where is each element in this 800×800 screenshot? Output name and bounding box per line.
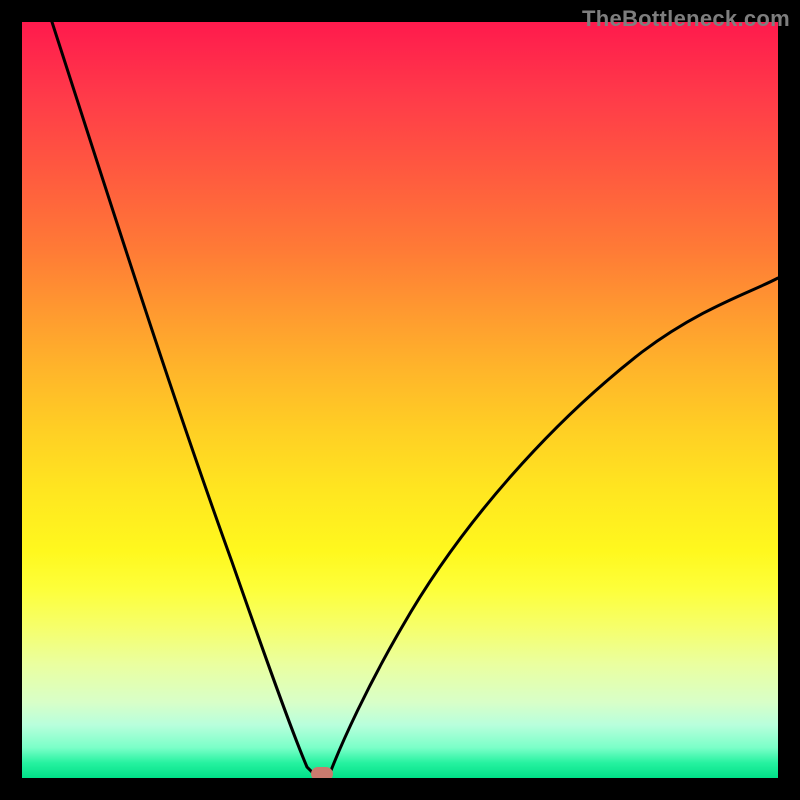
bottleneck-curve (22, 22, 778, 778)
watermark-text: TheBottleneck.com (582, 6, 790, 32)
curve-left-branch (52, 22, 313, 773)
optimal-point-marker (311, 767, 333, 778)
curve-right-branch (330, 278, 778, 773)
outer-frame: TheBottleneck.com (0, 0, 800, 800)
plot-area (22, 22, 778, 778)
